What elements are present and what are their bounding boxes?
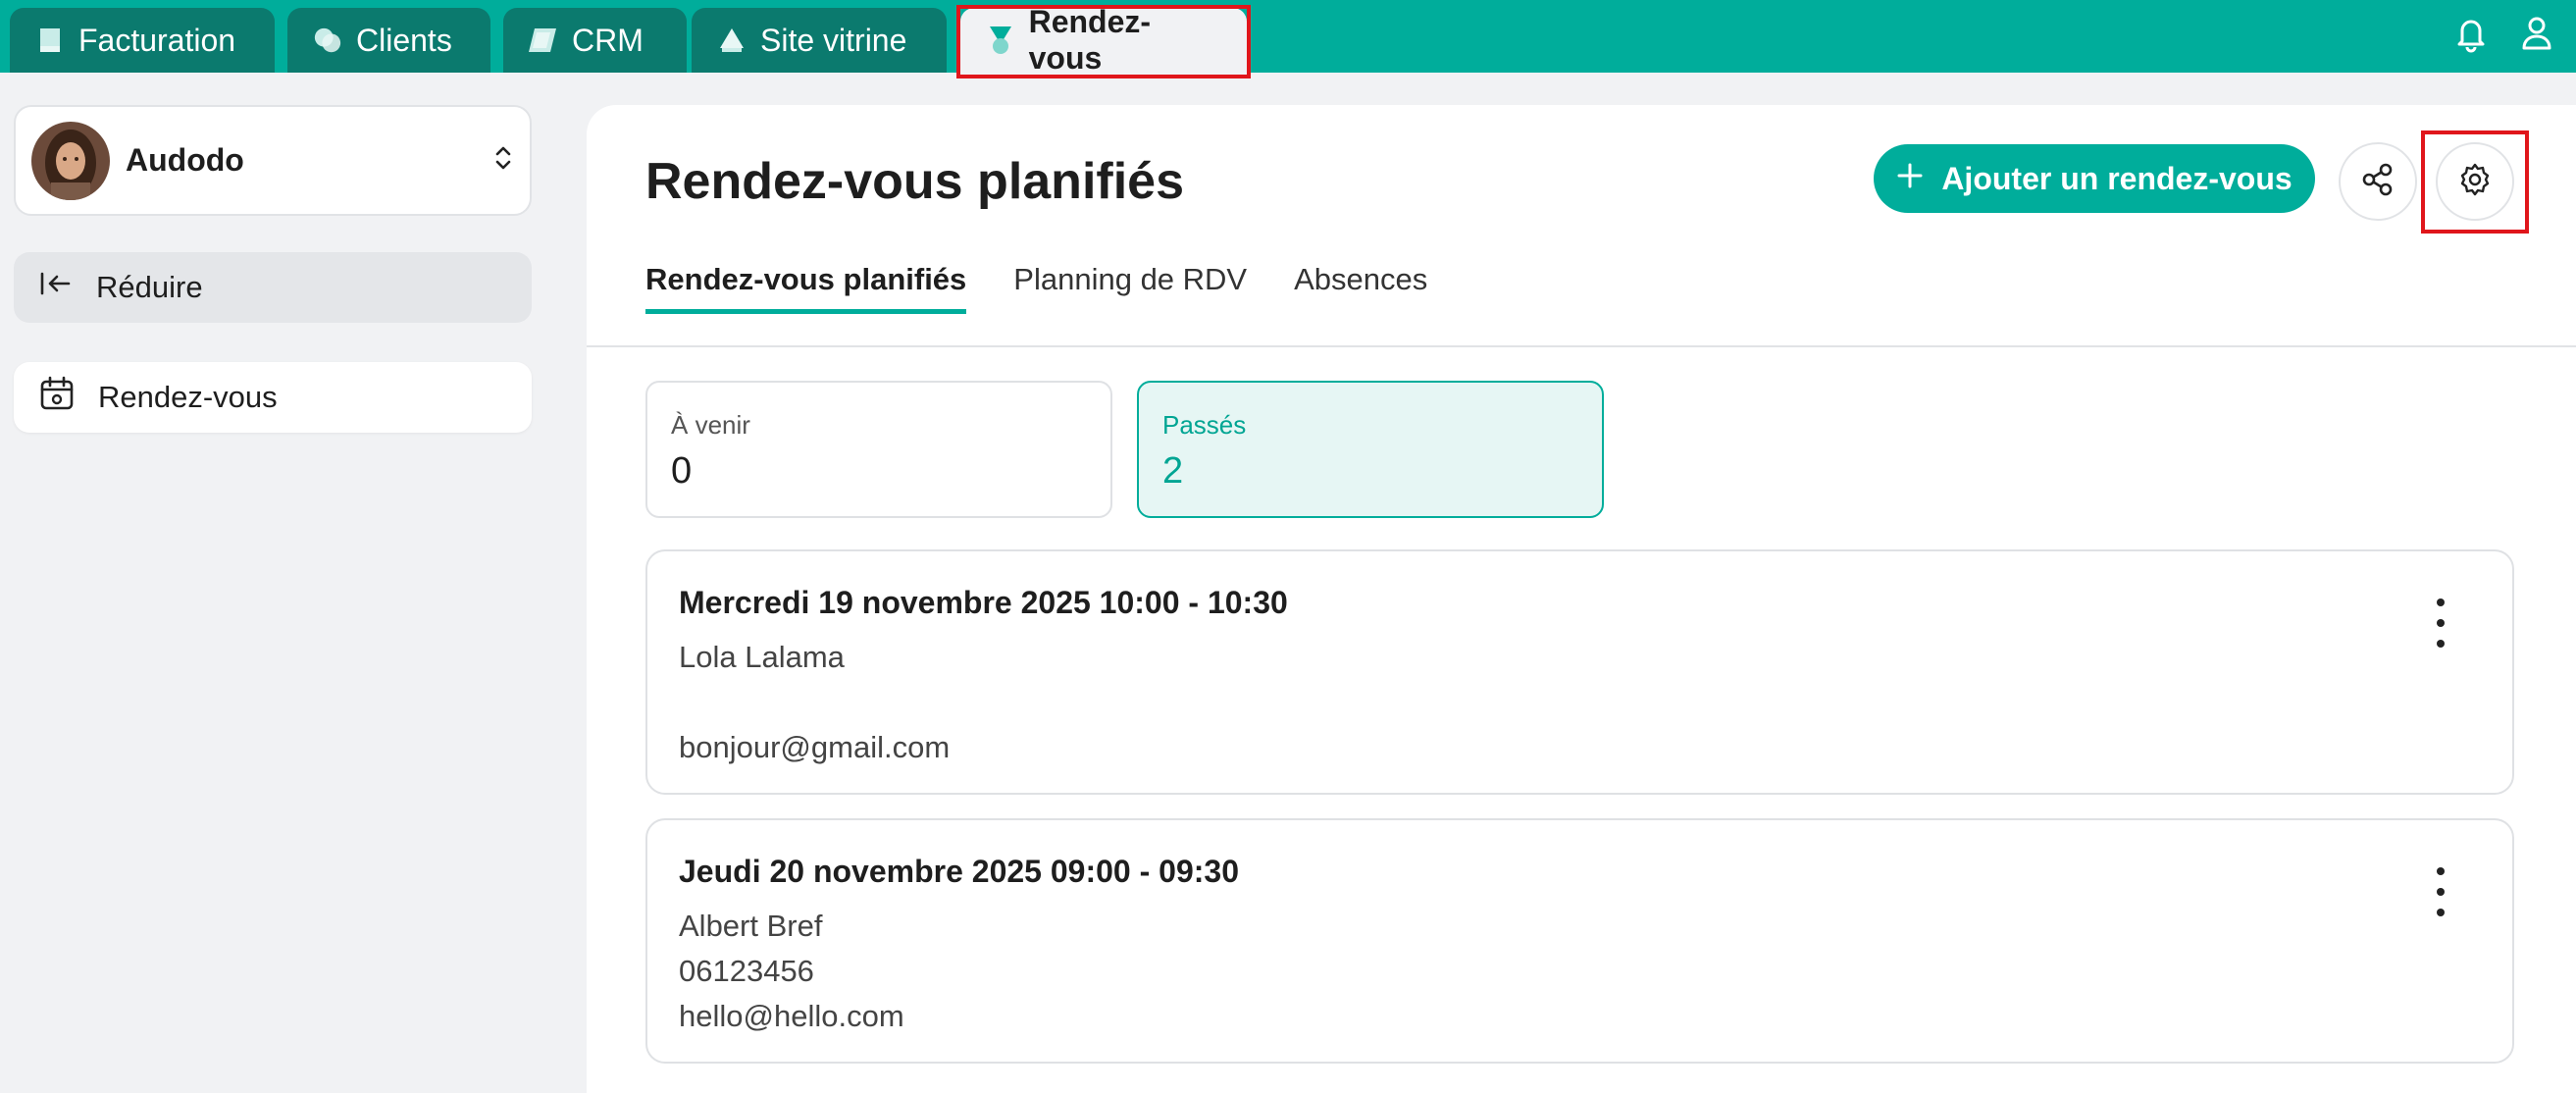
stat-upcoming[interactable]: À venir 0 [645, 381, 1112, 518]
tab-label: Rendez-vous [1028, 4, 1152, 76]
tab-absences[interactable]: Absences [1294, 262, 1427, 314]
chevron-up-down-icon [492, 142, 514, 179]
add-appointment-button[interactable]: Ajouter un rendez-vous [1874, 144, 2315, 213]
divider [587, 345, 2576, 347]
collapse-left-icon [39, 269, 73, 306]
tab-clients[interactable]: Clients [287, 8, 490, 73]
stat-value: 0 [671, 450, 693, 492]
appointment-email: bonjour@gmail.com [679, 730, 951, 764]
collapse-label: Réduire [96, 270, 203, 304]
tab-crm[interactable]: CRM [503, 8, 687, 73]
appointment-card[interactable]: Mercredi 19 novembre 2025 10:00 - 10:30 … [645, 549, 2514, 795]
plus-icon [1896, 161, 1924, 197]
main-panel: Rendez-vous planifiés Ajouter un rendez-… [587, 105, 2576, 1093]
clients-icon [313, 26, 342, 55]
top-navigation-bar: Facturation Clients CRM Site vitrine Ren… [0, 0, 2576, 78]
appointment-phone: 06123456 [679, 954, 814, 988]
appointment-client-name: Lola Lalama [679, 640, 845, 674]
more-options-icon[interactable] [2426, 867, 2455, 916]
more-options-icon[interactable] [2426, 599, 2455, 648]
tab-facturation[interactable]: Facturation [10, 8, 275, 73]
stat-value: 2 [1162, 450, 1184, 492]
stat-label: Passés [1162, 410, 1247, 440]
account-selector[interactable]: Audodo [14, 105, 532, 216]
sidebar-item-rendez-vous[interactable]: Rendez-vous [14, 362, 532, 433]
stat-past[interactable]: Passés 2 [1137, 381, 1604, 518]
page-title: Rendez-vous planifiés [645, 153, 1184, 210]
calendar-icon [39, 376, 75, 419]
invoice-icon [35, 26, 65, 55]
bell-icon[interactable] [2450, 12, 2492, 53]
appointment-icon [986, 26, 1015, 55]
collapse-sidebar-button[interactable]: Réduire [14, 252, 532, 323]
gear-icon [2457, 162, 2493, 202]
appointment-card[interactable]: Jeudi 20 novembre 2025 09:00 - 09:30 Alb… [645, 818, 2514, 1064]
tab-planning[interactable]: Planning de RDV [1013, 262, 1247, 314]
crm-icon [529, 26, 558, 55]
avatar [31, 121, 110, 200]
appointment-datetime: Mercredi 19 novembre 2025 10:00 - 10:30 [679, 585, 1288, 620]
appointment-client-name: Albert Bref [679, 909, 823, 943]
account-name: Audodo [126, 142, 244, 178]
stat-label: À venir [671, 410, 750, 440]
share-icon [2360, 162, 2396, 202]
tab-label: Clients [356, 22, 452, 58]
site-icon [717, 26, 747, 55]
tab-scheduled[interactable]: Rendez-vous planifiés [645, 262, 967, 314]
settings-button[interactable] [2436, 142, 2514, 221]
tab-site-vitrine[interactable]: Site vitrine [692, 8, 947, 73]
add-button-label: Ajouter un rendez-vous [1941, 160, 2293, 196]
user-icon[interactable] [2516, 12, 2557, 53]
tab-label: Site vitrine [760, 22, 907, 58]
tab-label: CRM [572, 22, 644, 58]
tabs: Rendez-vous planifiés Planning de RDV Ab… [645, 262, 1427, 314]
share-button[interactable] [2339, 142, 2417, 221]
tab-rendez-vous[interactable]: Rendez-vous [960, 4, 1247, 76]
appointment-email: hello@hello.com [679, 999, 904, 1033]
appointment-datetime: Jeudi 20 novembre 2025 09:00 - 09:30 [679, 854, 1239, 889]
appointment-phone [679, 680, 2481, 725]
sidebar-item-label: Rendez-vous [98, 380, 278, 414]
tab-label: Facturation [78, 22, 236, 58]
